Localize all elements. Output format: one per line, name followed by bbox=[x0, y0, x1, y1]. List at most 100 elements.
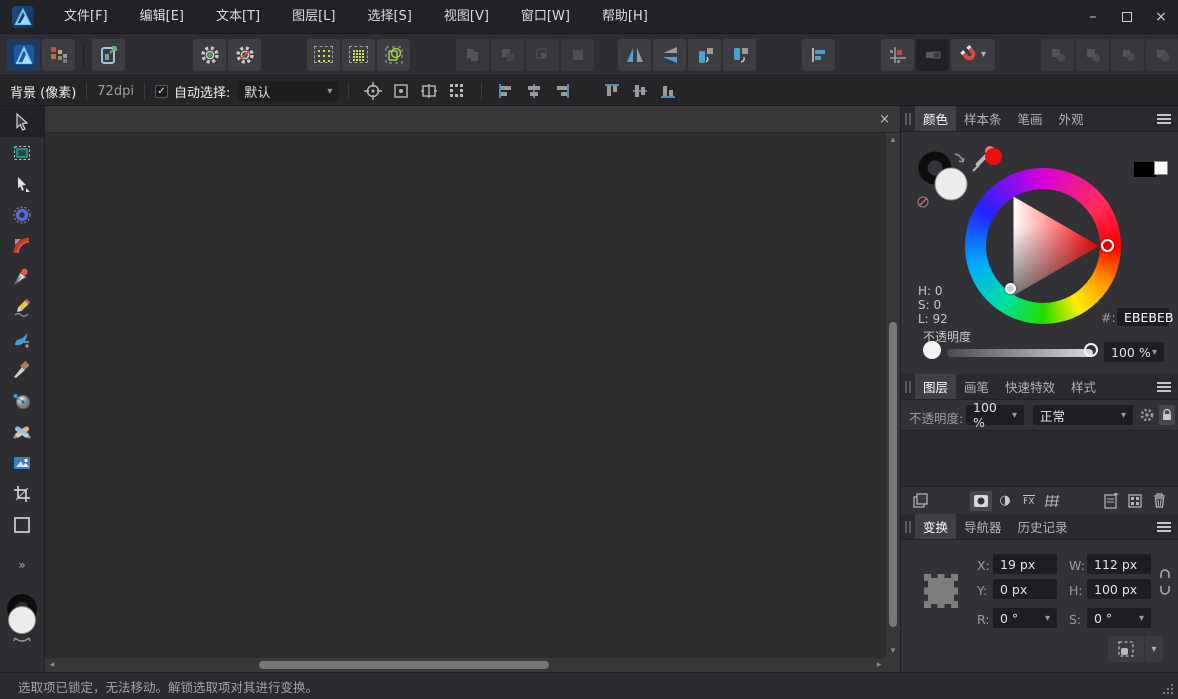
document-close-button[interactable]: × bbox=[879, 112, 890, 127]
document-canvas[interactable] bbox=[45, 133, 886, 658]
transparency-tool[interactable] bbox=[0, 416, 45, 447]
frame-tool[interactable] bbox=[0, 137, 45, 168]
tab-brushes[interactable]: 画笔 bbox=[956, 374, 997, 399]
menu-file[interactable]: 文件[F] bbox=[48, 0, 124, 34]
tab-history[interactable]: 历史记录 bbox=[1010, 514, 1076, 539]
color-triangle[interactable] bbox=[986, 189, 1100, 303]
pixel-alignment-gear-button[interactable] bbox=[193, 39, 226, 71]
align-left-button[interactable] bbox=[493, 80, 519, 102]
h-input[interactable]: 100 px bbox=[1087, 579, 1151, 599]
default-bw-swatch[interactable] bbox=[1134, 161, 1170, 179]
rotation-dropdown[interactable]: 0 ° ▾ bbox=[993, 608, 1057, 628]
hex-input[interactable]: EBEBEB bbox=[1117, 308, 1169, 326]
blend-mode-dropdown[interactable]: 正常 ▾ bbox=[1033, 405, 1133, 425]
align-bottom-button[interactable] bbox=[655, 80, 681, 102]
knife-tool[interactable] bbox=[0, 354, 45, 385]
tab-stroke[interactable]: 笔画 bbox=[1010, 106, 1051, 131]
fill-stroke-color-well[interactable] bbox=[2, 594, 42, 650]
tab-quick-fx[interactable]: 快速特效 bbox=[997, 374, 1063, 399]
auto-select-dropdown[interactable]: 默认 ▾ bbox=[238, 81, 338, 101]
opacity-start-knob[interactable] bbox=[923, 341, 941, 359]
export-persona-button[interactable] bbox=[92, 39, 125, 71]
tab-layers[interactable]: 图层 bbox=[915, 374, 956, 399]
pixel-grid-button[interactable] bbox=[444, 80, 470, 102]
layer-effects-button[interactable]: FX bbox=[1018, 491, 1040, 511]
horizontal-scroll-thumb[interactable] bbox=[259, 661, 550, 669]
designer-persona-button[interactable] bbox=[7, 39, 40, 71]
pencil-tool[interactable] bbox=[0, 292, 45, 323]
brush-tool[interactable] bbox=[0, 323, 45, 354]
picked-color-swatch[interactable] bbox=[985, 148, 1002, 165]
align-top-button[interactable] bbox=[599, 80, 625, 102]
panel-menu-icon[interactable] bbox=[1157, 114, 1171, 124]
tools-overflow-button[interactable]: » bbox=[18, 558, 25, 572]
tab-swatches[interactable]: 样本条 bbox=[956, 106, 1010, 131]
shape-tool[interactable] bbox=[0, 509, 45, 540]
snap-grid-button-2[interactable] bbox=[342, 39, 375, 71]
anchor-point-selector[interactable] bbox=[921, 570, 961, 612]
tab-transform[interactable]: 变换 bbox=[915, 514, 956, 539]
grid-manager-button[interactable] bbox=[881, 39, 914, 71]
menu-view[interactable]: 视图[V] bbox=[428, 0, 505, 34]
tab-color[interactable]: 颜色 bbox=[915, 106, 956, 131]
panel-menu-icon[interactable] bbox=[1157, 382, 1171, 392]
adjustment-layer-icon[interactable]: ◑ bbox=[994, 491, 1016, 511]
corner-tool[interactable] bbox=[0, 230, 45, 261]
flip-horizontal-button[interactable] bbox=[618, 39, 651, 71]
node-tool[interactable] bbox=[0, 168, 45, 199]
snap-shape-button[interactable] bbox=[377, 39, 410, 71]
rotate-cw-button[interactable] bbox=[723, 39, 756, 71]
pen-tool[interactable] bbox=[0, 261, 45, 292]
layers-opacity-field[interactable]: 100 % ▾ bbox=[966, 405, 1024, 425]
selection-bounds-button[interactable] bbox=[1108, 636, 1144, 662]
align-center-button[interactable] bbox=[521, 80, 547, 102]
scroll-up-arrow[interactable]: ▴ bbox=[886, 133, 900, 147]
crop-tool[interactable] bbox=[0, 478, 45, 509]
edit-all-layers-button[interactable] bbox=[910, 491, 932, 511]
menu-text[interactable]: 文本[T] bbox=[200, 0, 276, 34]
align-right-button[interactable] bbox=[549, 80, 575, 102]
insert-target-toggle[interactable] bbox=[916, 39, 949, 71]
y-input[interactable]: 0 px bbox=[993, 579, 1057, 599]
menu-window[interactable]: 窗口[W] bbox=[505, 0, 586, 34]
panel-drag-grip[interactable] bbox=[901, 374, 915, 399]
snap-grid-button-1[interactable] bbox=[307, 39, 340, 71]
fill-stroke-selector[interactable] bbox=[913, 146, 975, 210]
snapping-magnet-button[interactable]: ▾ bbox=[951, 39, 995, 71]
scroll-left-arrow[interactable]: ◂ bbox=[45, 658, 59, 672]
resize-grip[interactable] bbox=[1171, 692, 1173, 694]
live-filter-button[interactable] bbox=[1042, 491, 1064, 511]
selection-bounds-dropdown[interactable]: ▾ bbox=[1145, 636, 1163, 662]
minimize-button[interactable]: – bbox=[1076, 0, 1110, 34]
close-button[interactable]: × bbox=[1144, 0, 1178, 34]
w-input[interactable]: 112 px bbox=[1087, 554, 1151, 574]
fill-tool[interactable] bbox=[0, 385, 45, 416]
vertical-scroll-thumb[interactable] bbox=[889, 322, 897, 627]
vertical-scrollbar[interactable]: ▴ ▾ bbox=[886, 133, 900, 658]
opacity-slider[interactable] bbox=[947, 349, 1093, 357]
layers-list[interactable] bbox=[901, 430, 1178, 487]
shear-dropdown[interactable]: 0 ° ▾ bbox=[1087, 608, 1151, 628]
new-layer-button[interactable] bbox=[1100, 491, 1122, 511]
place-image-tool[interactable] bbox=[0, 447, 45, 478]
align-middle-button[interactable] bbox=[627, 80, 653, 102]
transform-separately-button[interactable] bbox=[416, 80, 442, 102]
scroll-down-arrow[interactable]: ▾ bbox=[886, 644, 900, 658]
panel-drag-grip[interactable] bbox=[901, 106, 915, 131]
menu-edit[interactable]: 编辑[E] bbox=[124, 0, 200, 34]
blend-options-gear-icon[interactable] bbox=[1139, 405, 1155, 429]
panel-menu-icon[interactable] bbox=[1157, 522, 1171, 532]
menu-help[interactable]: 帮助[H] bbox=[586, 0, 664, 34]
hue-selector[interactable] bbox=[1101, 239, 1114, 252]
selection-box-button[interactable] bbox=[388, 80, 414, 102]
pixel-persona-button[interactable] bbox=[42, 39, 75, 71]
tab-appearance[interactable]: 外观 bbox=[1051, 106, 1092, 131]
link-dimensions-icon[interactable] bbox=[1159, 568, 1171, 596]
new-pixel-layer-button[interactable] bbox=[1124, 491, 1146, 511]
tab-styles[interactable]: 样式 bbox=[1063, 374, 1104, 399]
point-transform-tool[interactable] bbox=[0, 199, 45, 230]
auto-select-checkbox[interactable]: ✓ bbox=[155, 85, 168, 98]
mask-layer-button[interactable] bbox=[970, 491, 992, 511]
rotate-ccw-button[interactable] bbox=[688, 39, 721, 71]
move-tool[interactable] bbox=[0, 106, 45, 137]
